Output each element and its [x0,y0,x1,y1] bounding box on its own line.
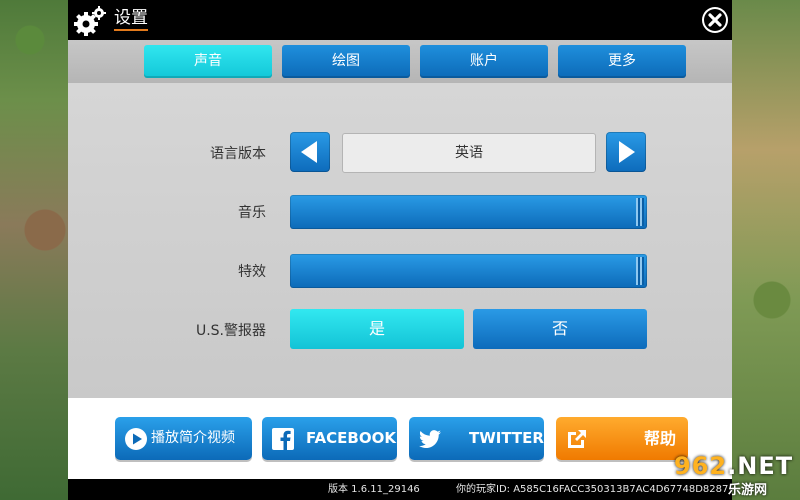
language-label: 语言版本 [210,146,266,162]
bottom-action-bar: 播放简介视频 FACEBOOK TWITTER 帮助 [68,398,732,479]
close-icon [704,9,726,31]
watermark-brand: 962.NET [674,452,794,480]
settings-content: 语言版本 英语 音乐 特效 U.S.警报器 是 否 [68,83,732,398]
play-icon [125,428,147,450]
tab-account[interactable]: 账户 [420,45,548,78]
music-slider-handle[interactable] [636,198,644,226]
version-text: 版本 1.6.11_29146 [328,484,420,495]
tab-more[interactable]: 更多 [558,45,686,78]
gear-icon [74,6,106,36]
facebook-button[interactable]: FACEBOOK [262,417,397,460]
window-title: 设置 [114,8,148,31]
effects-label: 特效 [238,264,266,280]
watermark-sub: 乐游网 [728,483,768,498]
language-prev-button[interactable] [290,132,330,172]
settings-panel: 设置 声音 绘图 账户 更多 语言版本 英语 音乐 特效 U.S.警报器 是 否… [68,0,732,500]
game-background-left [0,0,70,500]
external-link-icon [568,430,586,448]
status-footer: 版本 1.6.11_29146 你的玩家ID: A585C16FACC35031… [68,479,732,500]
twitter-label: TWITTER [469,429,544,447]
alarm-label: U.S.警报器 [195,323,266,339]
game-background-right [732,0,800,500]
play-intro-video-label: 播放简介视频 [151,430,235,446]
arrow-left-icon [301,141,317,163]
twitter-button[interactable]: TWITTER [409,417,544,460]
title-bar: 设置 [68,0,732,40]
tab-sound[interactable]: 声音 [144,45,272,78]
music-label: 音乐 [238,205,266,221]
arrow-right-icon [619,141,635,163]
twitter-icon [419,430,441,448]
site-watermark: 962.NET 乐游网 [668,452,796,498]
alarm-no-button[interactable]: 否 [473,309,647,349]
language-value: 英语 [342,133,596,173]
effects-slider[interactable] [290,254,647,288]
tab-graphics[interactable]: 绘图 [282,45,410,78]
facebook-icon [272,428,294,450]
language-next-button[interactable] [606,132,646,172]
effects-slider-handle[interactable] [636,257,644,285]
alarm-yes-button[interactable]: 是 [290,309,464,349]
facebook-label: FACEBOOK [306,429,396,447]
tab-bar: 声音 绘图 账户 更多 [68,40,732,83]
play-intro-video-button[interactable]: 播放简介视频 [115,417,252,460]
close-button[interactable] [702,7,728,33]
music-slider[interactable] [290,195,647,229]
